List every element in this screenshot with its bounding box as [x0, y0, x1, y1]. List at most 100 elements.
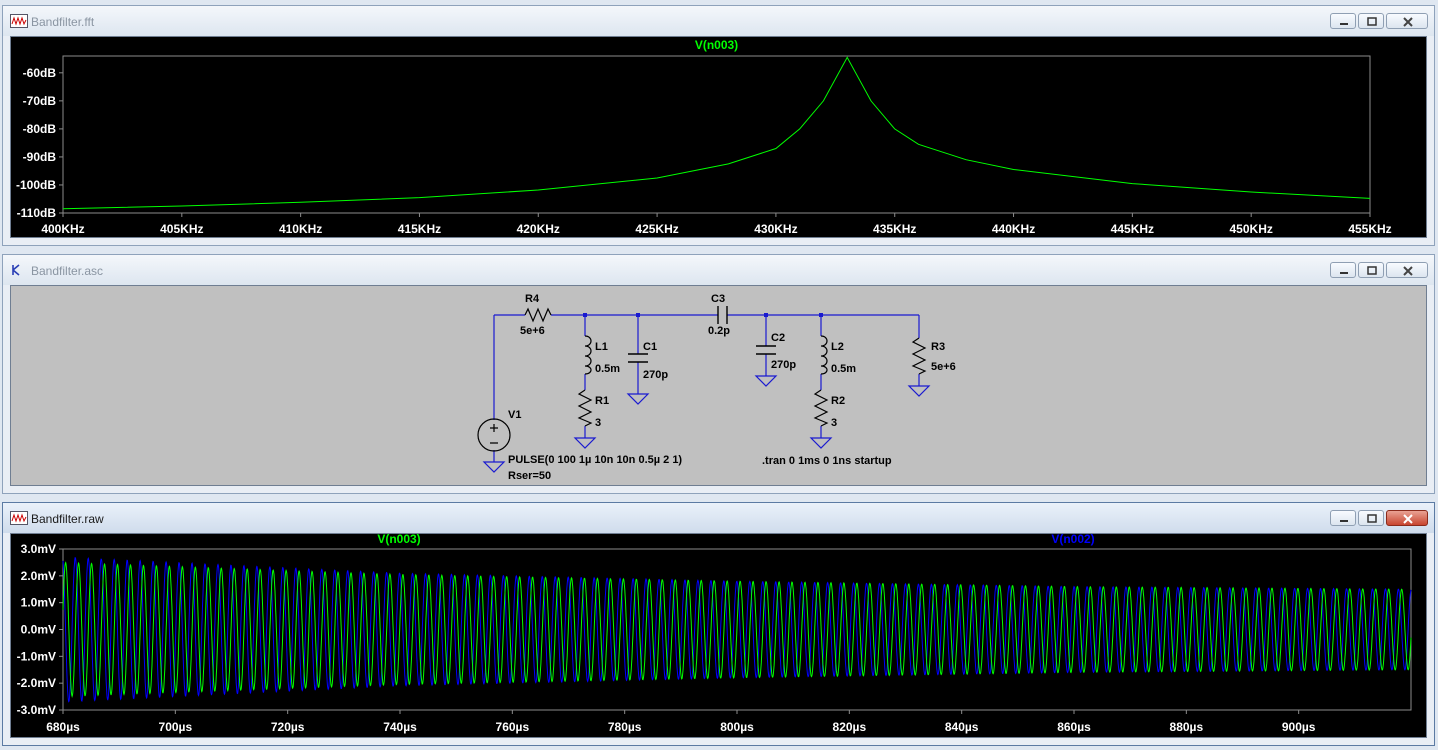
x-tick-label: 840µs — [945, 720, 979, 734]
minimize-button[interactable] — [1330, 13, 1356, 29]
close-button[interactable] — [1386, 262, 1428, 278]
fft-window-controls — [1330, 13, 1428, 31]
x-tick-label: 405KHz — [160, 222, 203, 236]
y-tick-label: 1.0mV — [21, 596, 56, 610]
capacitor-c1[interactable] — [628, 353, 648, 363]
c2-name: C2 — [771, 332, 785, 344]
resistor-r3[interactable] — [911, 337, 927, 375]
spice-directive[interactable]: .tran 0 1ms 0 1ns startup — [762, 455, 892, 467]
schematic-icon — [12, 264, 20, 276]
inductor-l2[interactable] — [820, 335, 828, 375]
x-tick-label: 880µs — [1170, 720, 1204, 734]
schematic-window: Bandfilter.asc R4 5e+6 C3 0.2p L1 0.5m C… — [2, 254, 1435, 494]
voltage-source-v1[interactable] — [477, 418, 511, 452]
x-tick-label: 900µs — [1282, 720, 1316, 734]
x-tick-label: 860µs — [1057, 720, 1091, 734]
x-tick-label: 780µs — [608, 720, 642, 734]
x-tick-label: 435KHz — [873, 222, 916, 236]
trace1-label: V(n003) — [377, 534, 420, 546]
y-tick-label: -90dB — [23, 150, 57, 164]
fft-trace-v-n003 — [62, 56, 1371, 210]
schematic-canvas[interactable]: R4 5e+6 C3 0.2p L1 0.5m C1 270p R1 3 C2 … — [10, 285, 1427, 486]
c1-name: C1 — [643, 341, 657, 353]
raw-window-title: Bandfilter.raw — [31, 512, 104, 526]
y-tick-label: 2.0mV — [21, 569, 56, 583]
minimize-icon — [1340, 520, 1348, 522]
fft-plot-pane[interactable]: V(n003) -60dB -70dB -80dB -90dB -100dB -110dB 4… — [10, 36, 1427, 238]
y-tick-label: -70dB — [23, 94, 57, 108]
schematic-window-controls — [1330, 262, 1428, 280]
minimize-button[interactable] — [1330, 510, 1356, 526]
close-icon — [1403, 266, 1413, 276]
v1-value: PULSE(0 100 1µ 10n 10n 0.5µ 2 1) — [508, 454, 682, 466]
schematic-drawing[interactable]: R4 5e+6 C3 0.2p L1 0.5m C1 270p R1 3 C2 … — [11, 286, 1428, 487]
waveform-icon — [10, 14, 28, 28]
restore-icon — [1367, 17, 1377, 26]
maximize-button[interactable] — [1358, 510, 1384, 526]
resistor-r1[interactable] — [577, 389, 593, 427]
c2-value: 270p — [771, 359, 796, 371]
r4-name: R4 — [525, 293, 540, 305]
raw-titlebar[interactable]: Bandfilter.raw — [3, 503, 1434, 533]
raw-plot[interactable]: V(n003) V(n002) 3.0mV 2.0mV 1.0mV 0.0mV -1.0mV… — [11, 534, 1428, 739]
close-icon — [1403, 17, 1413, 27]
plot-frame — [62, 55, 1371, 214]
x-tick-label: 720µs — [271, 720, 305, 734]
r2-value: 3 — [831, 417, 837, 429]
x-tick-label: 820µs — [833, 720, 867, 734]
fft-plot[interactable]: V(n003) -60dB -70dB -80dB -90dB -100dB -110dB 4… — [11, 37, 1428, 241]
raw-window-controls — [1330, 510, 1428, 528]
capacitor-c3[interactable] — [717, 306, 728, 324]
x-tick-label: 740µs — [383, 720, 417, 734]
c3-value: 0.2p — [708, 325, 730, 337]
minimize-icon — [1340, 23, 1348, 25]
y-tick-label: -1.0mV — [17, 649, 56, 663]
fft-window: Bandfilter.fft V(n003) -60dB -70dB -80dB -90… — [2, 5, 1435, 246]
resistor-r2[interactable] — [813, 389, 829, 427]
c3-name: C3 — [711, 293, 725, 305]
minimize-icon — [1340, 272, 1348, 274]
resistor-r4[interactable] — [524, 307, 552, 323]
r4-value: 5e+6 — [520, 325, 545, 337]
x-tick-label: 440KHz — [992, 222, 1035, 236]
r1-name: R1 — [595, 395, 609, 407]
trace2-label: V(n002) — [1051, 534, 1094, 546]
r3-name: R3 — [931, 341, 945, 353]
x-tick-label: 700µs — [159, 720, 193, 734]
schematic-window-title: Bandfilter.asc — [31, 264, 104, 278]
x-tick-label: 445KHz — [1111, 222, 1154, 236]
maximize-button[interactable] — [1358, 262, 1384, 278]
raw-window: Bandfilter.raw V(n003) V(n002) 3.0mV 2.0mV 1… — [2, 502, 1435, 746]
y-tick-label: 3.0mV — [21, 542, 56, 556]
x-tick-label: 410KHz — [279, 222, 322, 236]
capacitor-c2[interactable] — [756, 345, 776, 355]
minimize-button[interactable] — [1330, 262, 1356, 278]
maximize-button[interactable] — [1358, 13, 1384, 29]
close-button[interactable] — [1386, 510, 1428, 526]
raw-plot-pane[interactable]: V(n003) V(n002) 3.0mV 2.0mV 1.0mV 0.0mV -1.0mV… — [10, 533, 1427, 738]
schematic-titlebar[interactable]: Bandfilter.asc — [3, 255, 1434, 285]
x-tick-label: 420KHz — [517, 222, 560, 236]
l2-name: L2 — [831, 341, 844, 353]
y-tick-label: 0.0mV — [21, 623, 56, 637]
y-tick-label: -110dB — [17, 206, 57, 220]
x-tick-label: 425KHz — [635, 222, 678, 236]
l2-value: 0.5m — [831, 363, 856, 375]
v1-rser: Rser=50 — [508, 470, 551, 482]
l1-value: 0.5m — [595, 363, 620, 375]
restore-icon — [1367, 266, 1377, 275]
fft-window-title: Bandfilter.fft — [31, 15, 95, 29]
r2-name: R2 — [831, 395, 845, 407]
x-tick-label: 400KHz — [41, 222, 84, 236]
c1-value: 270p — [643, 369, 668, 381]
close-button[interactable] — [1386, 13, 1428, 29]
restore-icon — [1367, 514, 1377, 523]
fft-titlebar[interactable]: Bandfilter.fft — [3, 6, 1434, 36]
close-icon — [1403, 514, 1413, 524]
inductor-l1[interactable] — [584, 335, 592, 375]
schematic-wires — [493, 314, 920, 462]
v1-name: V1 — [508, 409, 521, 421]
trace-label: V(n003) — [695, 38, 738, 52]
x-tick-label: 415KHz — [398, 222, 441, 236]
x-tick-label: 455KHz — [1348, 222, 1391, 236]
